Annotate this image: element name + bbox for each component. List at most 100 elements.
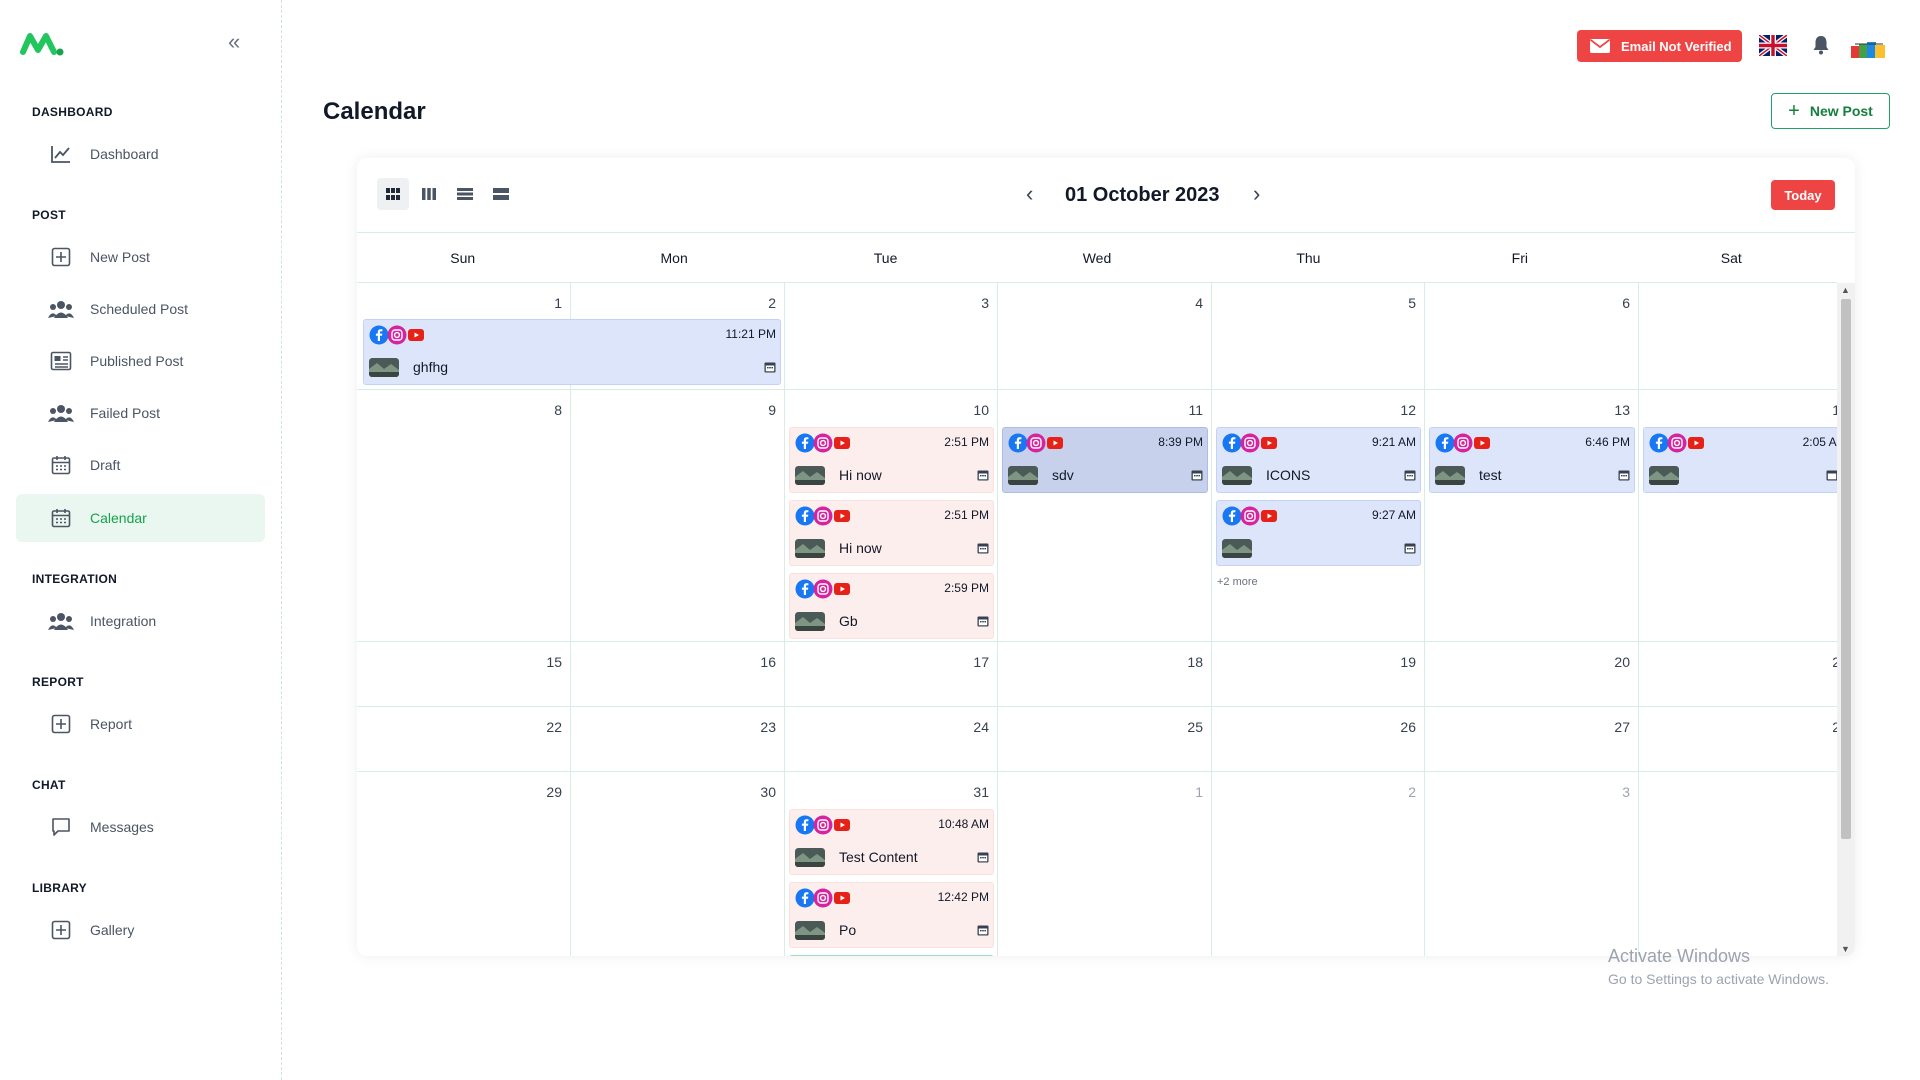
post-thumbnail (1222, 465, 1252, 485)
event-title: ghfhg (413, 359, 449, 375)
calendar-scrollbar[interactable]: ▲ ▼ (1837, 283, 1855, 956)
sidebar-item-draft[interactable]: Draft (16, 441, 265, 489)
day-number: 2 (1408, 784, 1416, 800)
day-cell[interactable]: 27 (1425, 707, 1639, 771)
day-cell[interactable]: 20 (1425, 642, 1639, 706)
day-cell[interactable]: 24 (785, 707, 998, 771)
calendar-small-icon (977, 616, 989, 627)
day-view-button[interactable] (449, 178, 481, 210)
month-view-button[interactable] (377, 178, 409, 210)
list-view-button[interactable] (485, 178, 517, 210)
platform-icons (795, 888, 850, 908)
newspaper-icon (48, 350, 74, 372)
sidebar-item-messages[interactable]: Messages (16, 803, 265, 851)
day-cell[interactable]: 17 (785, 642, 998, 706)
day-cell[interactable]: 2 (1639, 642, 1837, 706)
avatar[interactable] (1849, 30, 1889, 64)
bell-icon[interactable] (1812, 35, 1830, 55)
prev-month-icon[interactable]: ‹ (1026, 183, 1033, 205)
next-month-icon[interactable]: › (1253, 183, 1260, 205)
sidebar-item-gallery[interactable]: Gallery (16, 906, 265, 954)
instagram-icon (1453, 433, 1473, 453)
sidebar-item-report[interactable]: Report (16, 700, 265, 748)
day-cell[interactable]: 22 (357, 707, 571, 771)
facebook-icon (1222, 506, 1242, 526)
day-number: 11 (1188, 402, 1203, 418)
platform-icons (1222, 433, 1277, 453)
scroll-up-icon[interactable]: ▲ (1841, 285, 1850, 295)
day-number: 25 (1187, 719, 1203, 735)
scroll-down-icon[interactable]: ▼ (1841, 944, 1850, 954)
calendar-icon (48, 507, 74, 529)
day-cell[interactable]: 30 (571, 772, 785, 956)
day-cell[interactable]: 3 (1425, 772, 1639, 956)
day-number: 9 (768, 402, 776, 418)
calendar-event[interactable]: 2:51 PM Hi now (789, 500, 994, 566)
day-cell[interactable]: 23 (571, 707, 785, 771)
platform-icons (1435, 433, 1490, 453)
new-post-label: New Post (1809, 103, 1873, 119)
day-cell[interactable]: 1 (998, 772, 1212, 956)
day-cell[interactable]: 6 (1425, 283, 1639, 389)
collapse-sidebar-icon[interactable]: « (228, 31, 250, 54)
day-cell[interactable]: 15 (357, 642, 571, 706)
calendar-small-icon (1618, 470, 1630, 481)
sidebar: « DASHBOARD Dashboard POST New Post Sche… (0, 0, 282, 1080)
calendar-event[interactable]: 11:21 PM ghfhg (363, 319, 781, 385)
day-cell[interactable]: 3 (785, 283, 998, 389)
day-cell[interactable]: 8 (357, 390, 571, 641)
sidebar-item-published-post[interactable]: Published Post (16, 337, 265, 385)
day-cell[interactable]: 2 (1212, 772, 1425, 956)
calendar-event[interactable]: 2:51 PM Hi now (789, 427, 994, 493)
youtube-icon (834, 819, 850, 831)
weekday-sat: Sat (1720, 250, 1742, 266)
calendar-event[interactable]: 9:21 AM ICONS (1216, 427, 1421, 493)
email-not-verified-button[interactable]: Email Not Verified (1577, 30, 1742, 62)
sidebar-item-new-post[interactable]: New Post (16, 233, 265, 281)
scroll-thumb[interactable] (1841, 299, 1851, 839)
platform-icons (369, 325, 424, 345)
sidebar-item-scheduled-post[interactable]: Scheduled Post (16, 285, 265, 333)
facebook-icon (369, 325, 389, 345)
day-cell[interactable]: 5 (1212, 283, 1425, 389)
day-cell[interactable]: 25 (998, 707, 1212, 771)
day-cell[interactable]: 9 (571, 390, 785, 641)
sidebar-item-dashboard[interactable]: Dashboard (16, 130, 265, 178)
day-cell[interactable] (1639, 283, 1837, 389)
new-post-button[interactable]: + New Post (1771, 93, 1890, 129)
day-cell[interactable]: 29 (357, 772, 571, 956)
event-time: 11:21 PM (725, 327, 776, 341)
facebook-icon (795, 815, 815, 835)
day-cell[interactable] (1639, 772, 1837, 956)
calendar-event[interactable]: 6:46 PM test (1429, 427, 1635, 493)
day-cell[interactable]: 26 (1212, 707, 1425, 771)
today-button[interactable]: Today (1771, 180, 1835, 210)
calendar-event[interactable]: 2:05 AI (1643, 427, 1837, 493)
sidebar-item-failed-post[interactable]: Failed Post (16, 389, 265, 437)
calendar-event[interactable]: 8:39 PM sdv (1002, 427, 1208, 493)
section-post: POST (32, 208, 66, 222)
calendar-event[interactable]: 12:42 PM Po (789, 882, 994, 948)
day-cell[interactable]: 16 (571, 642, 785, 706)
calendar-event[interactable]: 2:59 PM Gb (789, 573, 994, 639)
day-cell[interactable]: 19 (1212, 642, 1425, 706)
rows-icon (457, 188, 473, 200)
calendar-event[interactable]: 10:48 AM Test Content (789, 809, 994, 875)
calendar-event[interactable]: 9:27 AM (1216, 500, 1421, 566)
calendar-toolbar: ‹ 01 October 2023 › Today (357, 158, 1855, 233)
more-events-link[interactable]: +2 more (1217, 576, 1258, 588)
brand-logo[interactable] (20, 30, 64, 58)
day-cell[interactable]: 2 (1639, 707, 1837, 771)
event-time: 2:59 PM (944, 581, 989, 595)
sidebar-item-integration[interactable]: Integration (16, 597, 265, 645)
sidebar-item-calendar[interactable]: Calendar (16, 494, 265, 542)
calendar-event[interactable] (789, 955, 994, 956)
day-cell[interactable]: 18 (998, 642, 1212, 706)
event-time: 9:21 AM (1371, 435, 1416, 449)
instagram-icon (813, 815, 833, 835)
day-number: 20 (1614, 654, 1630, 670)
calendar-small-icon (1404, 543, 1416, 554)
uk-flag-icon[interactable] (1759, 35, 1787, 56)
day-cell[interactable]: 4 (998, 283, 1212, 389)
week-view-button[interactable] (413, 178, 445, 210)
